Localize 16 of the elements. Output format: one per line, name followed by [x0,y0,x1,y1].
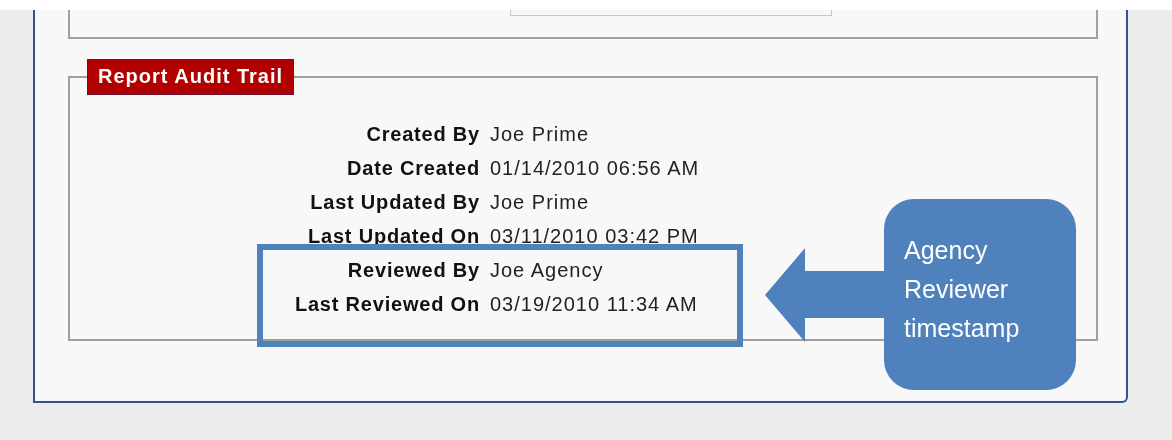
field-value: 03/11/2010 03:42 PM [490,224,699,249]
field-label: Created By [366,122,480,147]
field-value: Joe Prime [490,122,590,147]
field-label: Date Created [347,156,480,181]
input-field[interactable] [510,10,832,16]
field-value: 01/14/2010 06:56 AM [490,156,700,181]
field-value: 03/19/2010 11:34 AM [490,292,698,317]
field-label: Last Updated By [310,190,480,215]
field-label: Last Updated On [308,224,480,249]
field-value: Joe Agency [490,258,604,283]
field-label: Last Reviewed On [294,292,480,317]
callout-text: Agency Reviewer timestamp [884,199,1076,390]
field-value: Joe Prime [490,190,590,215]
arrow-icon [765,248,885,344]
field-label: Reviewed By [347,258,480,283]
section-title: Report Audit Trail [87,59,295,95]
